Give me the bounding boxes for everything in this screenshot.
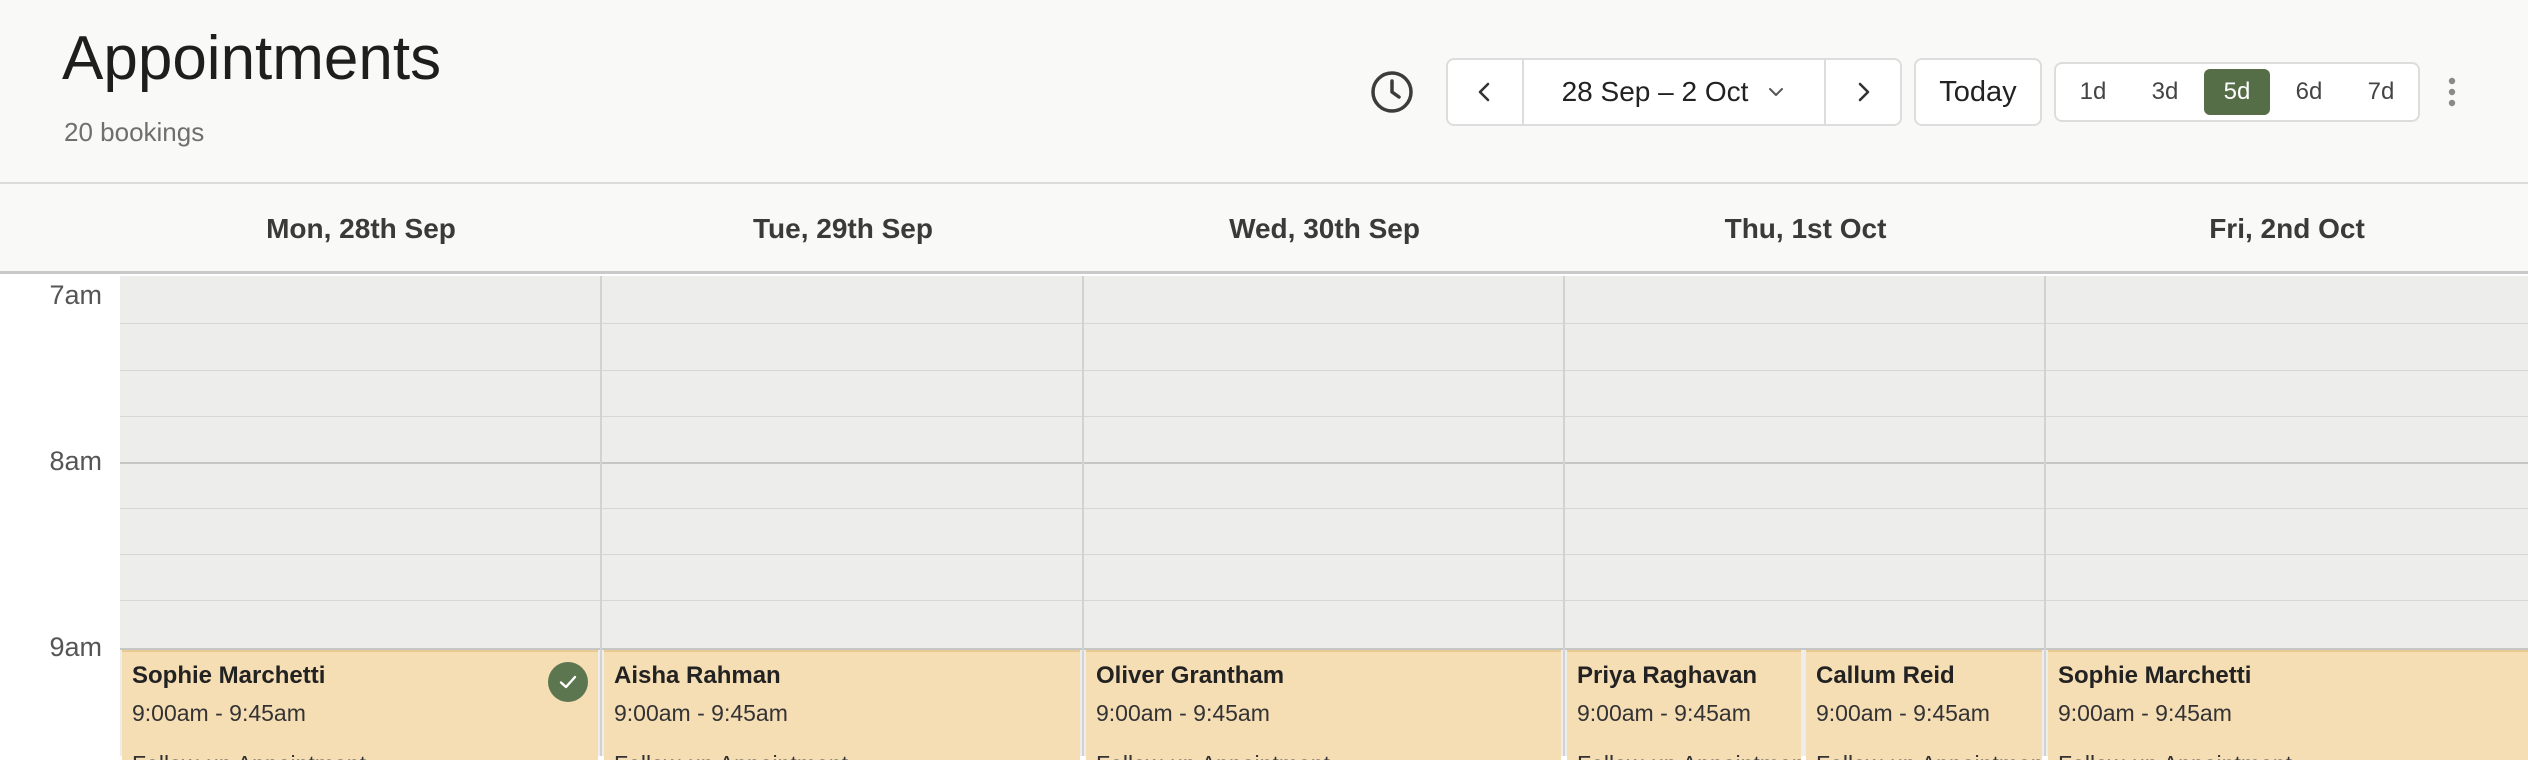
appointment-name: Sophie Marchetti [2058, 662, 2252, 689]
view-6d-button[interactable]: 6d [2276, 69, 2342, 115]
chevron-left-icon [1478, 82, 1490, 102]
view-5d-button[interactable]: 5d [2204, 69, 2270, 115]
appointment-name: Aisha Rahman [614, 662, 781, 689]
grid-column-divider [1082, 276, 1084, 756]
grid-column-divider [2044, 276, 2046, 756]
appointment-card[interactable]: Oliver Grantham 9:00am - 9:45am Follow-u… [1086, 650, 1561, 760]
date-navigator: 28 Sep – 2 Oct [1446, 58, 1902, 126]
appointment-name: Oliver Grantham [1096, 662, 1285, 689]
appointment-card[interactable]: Priya Raghavan 9:00am - 9:45am Follow-up… [1567, 650, 1801, 760]
view-3d-button[interactable]: 3d [2132, 69, 2198, 115]
chevron-down-icon [1769, 88, 1784, 96]
day-header-fri: Fri, 2nd Oct [2209, 213, 2365, 244]
date-range-label: 28 Sep – 2 Oct [1561, 76, 1749, 107]
appointment-name: Callum Reid [1816, 662, 1955, 689]
time-label-7am: 7am [49, 280, 102, 310]
grid-line [120, 370, 2528, 371]
booking-count: 20 bookings [64, 117, 205, 147]
grid-line [120, 600, 2528, 601]
calendar-grid: Sophie Marchetti 9:00am - 9:45am Follow-… [120, 276, 2528, 760]
next-button[interactable] [1826, 60, 1900, 124]
time-label-9am: 9am [49, 632, 102, 662]
appointment-time: 9:00am - 9:45am [1096, 700, 1270, 726]
page-title: Appointments [62, 24, 442, 93]
grid-column-divider [600, 276, 602, 756]
grid-hour-line [120, 462, 2528, 464]
appointment-time: 9:00am - 9:45am [1577, 700, 1751, 726]
appointment-card[interactable]: Sophie Marchetti 9:00am - 9:45am Follow-… [2048, 650, 2528, 760]
appointment-card[interactable]: Aisha Rahman 9:00am - 9:45am Follow-up A… [604, 650, 1080, 760]
grid-column-divider [1563, 276, 1565, 756]
kebab-menu-icon[interactable] [2442, 72, 2462, 112]
grid-line [120, 508, 2528, 509]
appointment-time: 9:00am - 9:45am [1816, 700, 1990, 726]
view-7d-button[interactable]: 7d [2348, 69, 2414, 115]
grid-line [120, 416, 2528, 417]
appointment-name: Priya Raghavan [1577, 662, 1758, 689]
day-header-mon: Mon, 28th Sep [266, 213, 456, 244]
day-header-thu: Thu, 1st Oct [1724, 213, 1887, 244]
appointment-time: 9:00am - 9:45am [132, 700, 306, 726]
view-switcher: 1d 3d 5d 6d 7d [2054, 62, 2420, 122]
grid-line [120, 554, 2528, 555]
time-label-8am: 8am [49, 446, 102, 476]
appointment-card[interactable]: Sophie Marchetti 9:00am - 9:45am Follow-… [122, 650, 598, 760]
date-range-dropdown[interactable]: 28 Sep – 2 Oct [1522, 60, 1826, 124]
day-header-row: Mon, 28th Sep Tue, 29th Sep Wed, 30th Se… [0, 184, 2528, 274]
day-header-tue: Tue, 29th Sep [753, 213, 933, 244]
appointment-card[interactable]: Callum Reid 9:00am - 9:45am Follow-up Ap… [1806, 650, 2042, 760]
app-header: Appointments 20 bookings 28 Sep – 2 Oct … [0, 0, 2528, 184]
day-header-wed: Wed, 30th Sep [1229, 213, 1420, 244]
appointment-name: Sophie Marchetti [132, 662, 326, 689]
confirmed-check-icon [548, 662, 588, 702]
view-1d-button[interactable]: 1d [2060, 69, 2126, 115]
chevron-right-icon [1858, 82, 1870, 102]
appointment-time: 9:00am - 9:45am [614, 700, 788, 726]
appointment-time: 9:00am - 9:45am [2058, 700, 2232, 726]
previous-button[interactable] [1448, 60, 1522, 124]
grid-line [120, 323, 2528, 324]
clock-icon[interactable] [1368, 68, 1416, 116]
today-button[interactable]: Today [1914, 58, 2042, 126]
